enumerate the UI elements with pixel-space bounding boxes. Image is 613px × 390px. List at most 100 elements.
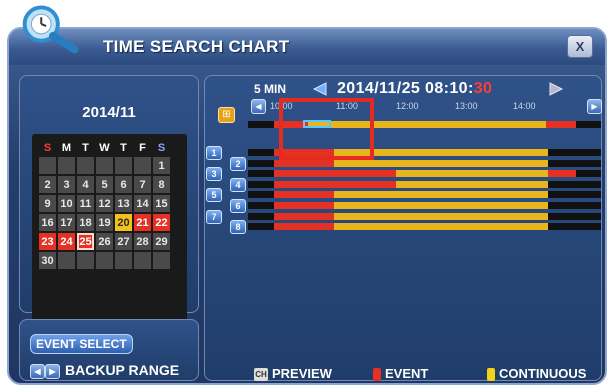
calendar-day-16[interactable]: 16	[39, 214, 56, 231]
calendar-day-20[interactable]: 20	[115, 214, 132, 231]
legend-event: EVENT	[373, 366, 428, 382]
track-segment	[334, 181, 396, 188]
backup-range-label: BACKUP RANGE	[65, 362, 180, 378]
next-arrow-icon[interactable]	[548, 81, 564, 97]
current-time-cursor[interactable]	[303, 120, 331, 128]
channel-track-2[interactable]	[248, 160, 601, 167]
calendar-day-17[interactable]: 17	[58, 214, 75, 231]
calendar-day-2[interactable]: 2	[39, 176, 56, 193]
window-title: TIME SEARCH CHART	[103, 37, 290, 56]
track-segment	[274, 223, 334, 230]
track-segment	[334, 213, 548, 220]
close-button[interactable]: X	[567, 35, 593, 58]
calendar-empty-cell	[96, 252, 113, 269]
calendar-day-30[interactable]: 30	[39, 252, 56, 269]
calendar-day-11[interactable]: 11	[77, 195, 94, 212]
track-segment	[274, 202, 334, 209]
ruler-prev-icon[interactable]: ◀	[251, 99, 266, 114]
calendar-day-4[interactable]: 4	[77, 176, 94, 193]
track-segment	[548, 170, 576, 177]
channel-button-4[interactable]: 4	[230, 178, 246, 192]
hour-label: 12:00	[396, 101, 419, 111]
calendar-day-27[interactable]: 27	[115, 233, 132, 250]
summary-segment	[546, 121, 576, 128]
calendar-day-25[interactable]: 25	[77, 233, 94, 250]
channel-track-7[interactable]	[248, 213, 601, 220]
legend-preview: CH PREVIEW	[254, 366, 332, 382]
calendar-empty-cell	[96, 157, 113, 174]
controls-panel: EVENT SELECT ◀ ▶ BACKUP RANGE	[19, 319, 199, 381]
calendar-day-8[interactable]: 8	[153, 176, 170, 193]
channel-button-5[interactable]: 5	[206, 188, 222, 202]
calendar-day-22[interactable]: 22	[153, 214, 170, 231]
channel-track-4[interactable]	[248, 181, 601, 188]
event-select-button[interactable]: EVENT SELECT	[30, 334, 133, 354]
track-segment	[334, 223, 548, 230]
calendar-day-1[interactable]: 1	[153, 157, 170, 174]
calendar-day-13[interactable]: 13	[115, 195, 132, 212]
ruler-next-icon[interactable]: ▶	[587, 99, 602, 114]
calendar-grid: S M T W T F S 1 2 3 4 5 6 7 8 9 10 11 12 13 14 15 16 17 18 19 20 21…	[37, 139, 172, 271]
track-segment	[334, 170, 396, 177]
time-selection-box[interactable]	[279, 98, 374, 160]
calendar-day-14[interactable]: 14	[134, 195, 151, 212]
track-segment	[334, 202, 548, 209]
calendar-panel: 2014/11 S M T W T F S 1 2 3 4 5 6 7 8 9 10 11 12 13 14 15 16 17…	[19, 75, 199, 326]
weekday-header: M	[58, 141, 75, 155]
event-swatch	[373, 368, 381, 382]
calendar-empty-cell	[153, 252, 170, 269]
grid-zoom-icon[interactable]: ⊞	[218, 107, 235, 123]
calendar-day-23[interactable]: 23	[39, 233, 56, 250]
calendar-day-12[interactable]: 12	[96, 195, 113, 212]
legend-continuous-label: CONTINUOUS	[499, 366, 587, 381]
calendar-day-29[interactable]: 29	[153, 233, 170, 250]
calendar-day-24[interactable]: 24	[58, 233, 75, 250]
prev-arrow-icon[interactable]	[312, 81, 328, 97]
legend-continuous: CONTINUOUS	[487, 366, 587, 382]
continuous-swatch	[487, 368, 495, 382]
calendar-empty-cell	[115, 157, 132, 174]
channel-button-1[interactable]: 1	[206, 146, 222, 160]
weekday-header: F	[134, 141, 151, 155]
calendar-day-21[interactable]: 21	[134, 214, 151, 231]
track-segment	[334, 160, 548, 167]
calendar-day-26[interactable]: 26	[96, 233, 113, 250]
calendar-day-18[interactable]: 18	[77, 214, 94, 231]
datetime-main: 2014/11/25 08:10:	[337, 80, 474, 97]
calendar-day-15[interactable]: 15	[153, 195, 170, 212]
weekday-header: S	[39, 141, 56, 155]
hour-label: 13:00	[455, 101, 478, 111]
track-segment	[274, 181, 334, 188]
calendar-day-6[interactable]: 6	[115, 176, 132, 193]
datetime-seconds: 30	[473, 80, 493, 97]
preview-icon: CH	[254, 368, 268, 382]
weekday-header: S	[153, 141, 170, 155]
backup-right-icon[interactable]: ▶	[45, 363, 60, 379]
calendar-day-7[interactable]: 7	[134, 176, 151, 193]
calendar-empty-cell	[134, 157, 151, 174]
channel-track-6[interactable]	[248, 202, 601, 209]
calendar-day-9[interactable]: 9	[39, 195, 56, 212]
channel-button-7[interactable]: 7	[206, 210, 222, 224]
calendar-day-28[interactable]: 28	[134, 233, 151, 250]
calendar-empty-cell	[58, 252, 75, 269]
channel-button-3[interactable]: 3	[206, 167, 222, 181]
magnifier-clock-logo	[22, 5, 79, 54]
channel-track-3[interactable]	[248, 170, 601, 177]
channel-button-8[interactable]: 8	[230, 220, 246, 234]
calendar-empty-cell	[134, 252, 151, 269]
title-bar: TIME SEARCH CHART X	[9, 29, 605, 65]
track-segment	[274, 160, 334, 167]
channel-button-2[interactable]: 2	[230, 157, 246, 171]
interval-label: 5 MIN	[254, 82, 287, 96]
channel-button-6[interactable]: 6	[230, 199, 246, 213]
weekday-header: T	[115, 141, 132, 155]
backup-range[interactable]: ◀ ▶ BACKUP RANGE	[30, 362, 179, 379]
calendar-day-5[interactable]: 5	[96, 176, 113, 193]
calendar-day-10[interactable]: 10	[58, 195, 75, 212]
backup-left-icon[interactable]: ◀	[30, 363, 45, 379]
channel-track-5[interactable]	[248, 191, 601, 198]
calendar-day-3[interactable]: 3	[58, 176, 75, 193]
calendar-day-19[interactable]: 19	[96, 214, 113, 231]
channel-track-8[interactable]	[248, 223, 601, 230]
